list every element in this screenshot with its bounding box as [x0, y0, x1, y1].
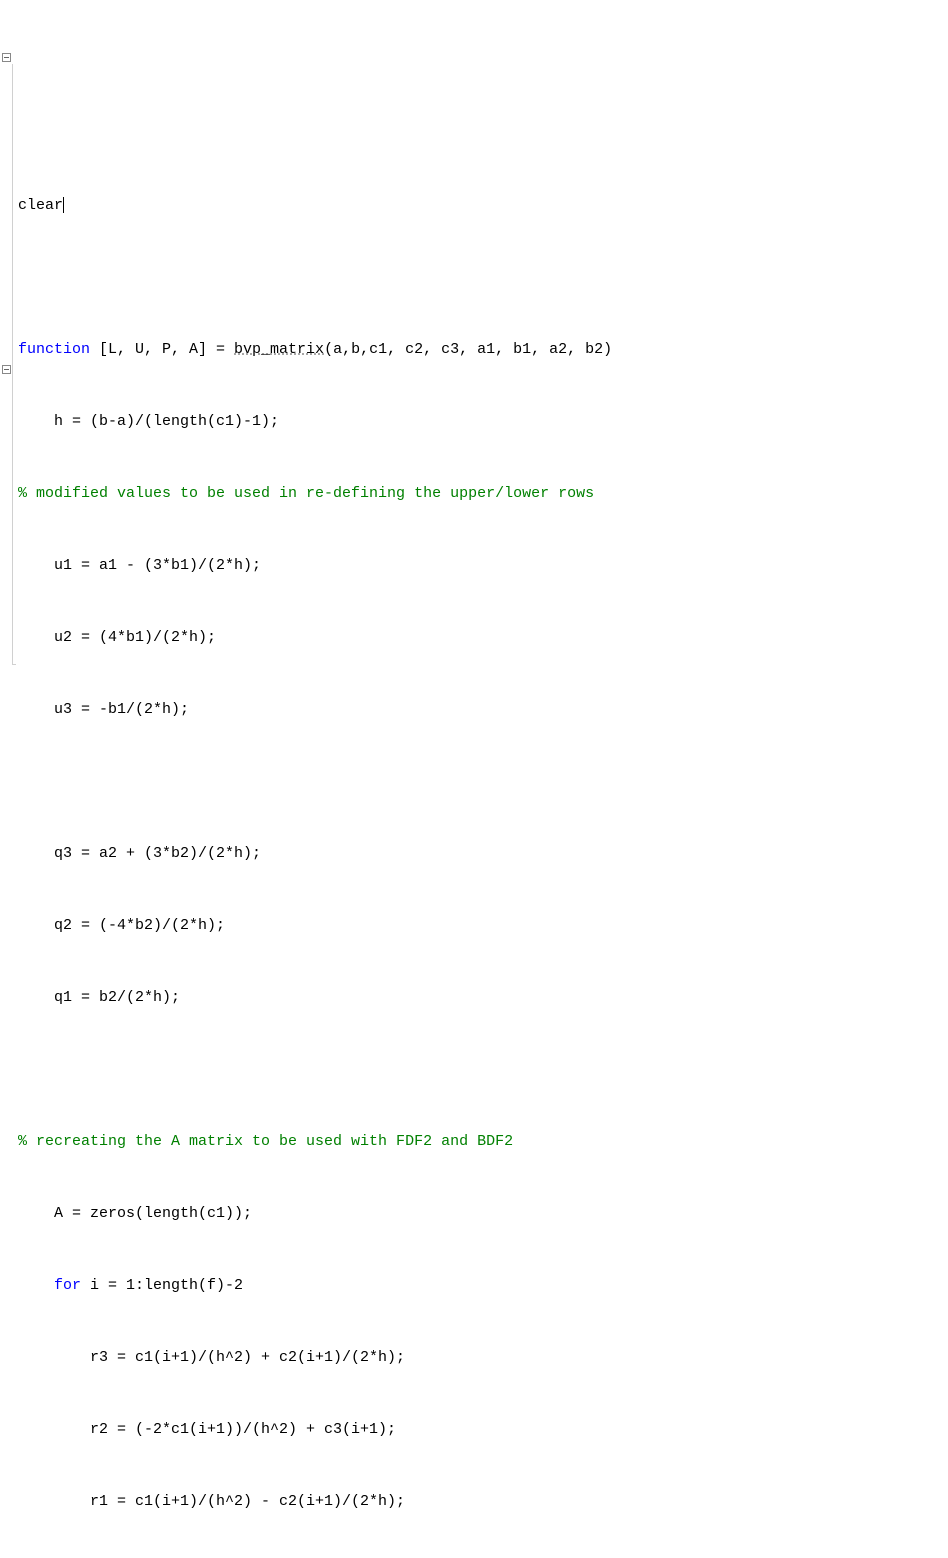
code-text: clear [18, 197, 63, 214]
code-line [18, 770, 948, 794]
code-line: q3 = a2 + (3*b2)/(2*h); [18, 842, 948, 866]
code-text: q1 = b2/(2*h); [18, 989, 180, 1006]
text-cursor [63, 197, 64, 213]
code-line: function [L, U, P, A] = bvp_matrix(a,b,c… [18, 338, 948, 362]
code-line: q2 = (-4*b2)/(2*h); [18, 914, 948, 938]
comment: % recreating the A matrix to be used wit… [18, 1133, 513, 1150]
comment: % modified values to be used in re-defin… [18, 485, 594, 502]
code-editor[interactable]: clear function [L, U, P, A] = bvp_matrix… [0, 0, 948, 1558]
code-line [18, 1058, 948, 1082]
code-line: r1 = c1(i+1)/(h^2) - c2(i+1)/(2*h); [18, 1490, 948, 1514]
code-line: h = (b-a)/(length(c1)-1); [18, 410, 948, 434]
code-text: h = (b-a)/(length(c1)-1); [18, 413, 279, 430]
code-line: for i = 1:length(f)-2 [18, 1274, 948, 1298]
code-text: r1 = c1(i+1)/(h^2) - c2(i+1)/(2*h); [18, 1493, 405, 1510]
keyword-for: for [54, 1277, 81, 1294]
code-text: A = zeros(length(c1)); [18, 1205, 252, 1222]
code-line: % modified values to be used in re-defin… [18, 482, 948, 506]
fold-end-function [12, 664, 16, 665]
code-text: q3 = a2 + (3*b2)/(2*h); [18, 845, 261, 862]
code-line: r3 = c1(i+1)/(h^2) + c2(i+1)/(2*h); [18, 1346, 948, 1370]
fold-line-function [12, 64, 13, 664]
function-name: bvp_matrix [234, 341, 324, 358]
code-line: % recreating the A matrix to be used wit… [18, 1130, 948, 1154]
code-line [18, 266, 948, 290]
code-line: u1 = a1 - (3*b1)/(2*h); [18, 554, 948, 578]
code-line: r2 = (-2*c1(i+1))/(h^2) + c3(i+1); [18, 1418, 948, 1442]
code-text: [L, U, P, A] = [90, 341, 234, 358]
code-text: u1 = a1 - (3*b1)/(2*h); [18, 557, 261, 574]
code-line: q1 = b2/(2*h); [18, 986, 948, 1010]
fold-toggle-function[interactable] [2, 53, 11, 62]
code-line: A = zeros(length(c1)); [18, 1202, 948, 1226]
code-text: q2 = (-4*b2)/(2*h); [18, 917, 225, 934]
code-text: u2 = (4*b1)/(2*h); [18, 629, 216, 646]
fold-toggle-for[interactable] [2, 365, 11, 374]
code-line: u2 = (4*b1)/(2*h); [18, 626, 948, 650]
code-text: r3 = c1(i+1)/(h^2) + c2(i+1)/(2*h); [18, 1349, 405, 1366]
code-text [18, 1277, 54, 1294]
code-text: r2 = (-2*c1(i+1))/(h^2) + c3(i+1); [18, 1421, 396, 1438]
code-line: clear [18, 194, 948, 218]
code-text: u3 = -b1/(2*h); [18, 701, 189, 718]
code-text: (a,b,c1, c2, c3, a1, b1, a2, b2) [324, 341, 612, 358]
code-text: i = 1:length(f)-2 [81, 1277, 243, 1294]
keyword-function: function [18, 341, 90, 358]
code-line: u3 = -b1/(2*h); [18, 698, 948, 722]
